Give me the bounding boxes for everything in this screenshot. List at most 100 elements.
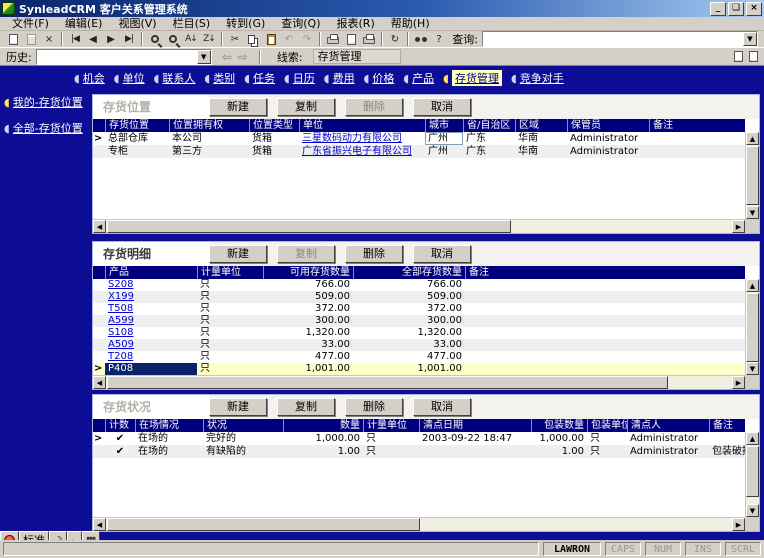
header-cell-可用存货数量[interactable]: 可用存货数量	[263, 266, 353, 279]
new-record-icon[interactable]	[4, 31, 22, 47]
header-cell-保管员[interactable]: 保管员	[567, 119, 649, 132]
location-cancel-button[interactable]: 取消	[413, 98, 471, 116]
header-cell-包装数量[interactable]: 包装数量	[531, 419, 587, 432]
refresh-icon[interactable]: ↻	[386, 31, 404, 47]
detail-delete-button[interactable]: 删除	[345, 245, 403, 263]
header-cell-计数[interactable]: 计数	[105, 419, 135, 432]
first-record-icon[interactable]: |◀	[66, 31, 84, 47]
paste-icon[interactable]	[262, 31, 280, 47]
delete-record-icon[interactable]: ×	[40, 31, 58, 47]
tab-竞争对手[interactable]: ◖ 竞争对手	[511, 70, 564, 86]
header-cell-位置类型[interactable]: 位置类型	[249, 119, 299, 132]
scroll-down-icon[interactable]: ▼	[746, 504, 759, 517]
header-cell-计量单位[interactable]: 计量单位	[197, 266, 263, 279]
scroll-thumb[interactable]	[746, 146, 759, 206]
query-combobox[interactable]: ▼	[482, 31, 758, 47]
cell-link[interactable]: A509	[105, 339, 197, 351]
header-cell-在场情况[interactable]: 在场情况	[135, 419, 203, 432]
print-preview-icon[interactable]	[360, 31, 378, 47]
header-cell-清点人[interactable]: 清点人	[627, 419, 709, 432]
cell-link[interactable]: A599	[105, 315, 197, 327]
sidebar-item-我的-存货位置[interactable]: ◖ 我的-存货位置	[4, 94, 92, 110]
scroll-up-icon[interactable]: ▲	[746, 279, 759, 292]
table-row[interactable]: ✔ 在场的 有缺陷的 1.00 只 1.00 只 Administrator 包装破损	[93, 445, 752, 458]
scroll-thumb[interactable]	[107, 376, 668, 389]
tab-单位[interactable]: ◖ 单位	[114, 70, 145, 86]
table-row[interactable]: S208 只 766.00 766.00	[93, 279, 745, 291]
table-row[interactable]: A509 只 33.00 33.00	[93, 339, 745, 351]
minimize-button[interactable]: _	[710, 1, 726, 16]
menu-item-栏目(S)[interactable]: 栏目(S)	[165, 17, 219, 30]
header-cell-备注[interactable]: 备注	[709, 419, 759, 432]
table-row[interactable]: A599 只 300.00 300.00	[93, 315, 745, 327]
status-delete-button[interactable]: 删除	[345, 398, 403, 416]
scroll-up-icon[interactable]: ▲	[746, 432, 759, 445]
cell-link[interactable]: S208	[105, 279, 197, 291]
export-icon[interactable]	[342, 31, 360, 47]
history-dropdown-icon[interactable]: ▼	[196, 49, 211, 64]
header-cell-产品[interactable]: 产品	[105, 266, 197, 279]
status-new-button[interactable]: 新建	[209, 398, 267, 416]
location-copy-button[interactable]: 复制	[277, 98, 335, 116]
detail-vertical-scrollbar[interactable]: ▲ ▼	[745, 279, 759, 375]
header-cell-单位[interactable]: 单位	[299, 119, 425, 132]
close-button[interactable]: ×	[746, 1, 762, 16]
status-cancel-button[interactable]: 取消	[413, 398, 471, 416]
header-cell-位置拥有权[interactable]: 位置拥有权	[169, 119, 249, 132]
scroll-thumb[interactable]	[107, 518, 420, 531]
cell-link[interactable]: T508	[105, 303, 197, 315]
cell-link[interactable]: S108	[105, 327, 197, 339]
zoom-page-icon[interactable]	[164, 31, 182, 47]
sort-ascending-icon[interactable]: A↓	[182, 31, 200, 47]
table-row[interactable]: T208 只 477.00 477.00	[93, 351, 745, 363]
scroll-thumb[interactable]	[746, 293, 759, 363]
cell-link[interactable]: T208	[105, 351, 197, 363]
scroll-left-icon[interactable]: ◀	[93, 518, 106, 531]
table-row[interactable]: > 总部仓库 本公司 货箱 三星数码动力有限公司 广州 广东 华南 Administrator	[93, 132, 745, 145]
header-cell-省/自治区[interactable]: 省/自治区	[463, 119, 515, 132]
context-help-icon[interactable]: ?	[430, 31, 448, 47]
cut-icon[interactable]: ✂	[226, 31, 244, 47]
history-combobox[interactable]: ▼	[35, 48, 212, 65]
header-cell-数量[interactable]: 数量	[283, 419, 363, 432]
table-row[interactable]: > P408 只 1,001.00 1,001.00	[93, 363, 745, 375]
header-cell-计量单位[interactable]: 计量单位	[363, 419, 419, 432]
table-row[interactable]: X199 只 509.00 509.00	[93, 291, 745, 303]
tab-价格[interactable]: ◖ 价格	[364, 70, 395, 86]
header-cell-状况[interactable]: 状况	[203, 419, 283, 432]
detail-horizontal-scrollbar[interactable]: ◀ ▶	[93, 375, 745, 389]
header-cell-存货位置[interactable]: 存货位置	[105, 119, 169, 132]
forward-icon[interactable]: ⇨	[238, 50, 248, 64]
status-vertical-scrollbar[interactable]: ▲ ▼	[745, 432, 759, 517]
sidebar-item-全部-存货位置[interactable]: ◖ 全部-存货位置	[4, 120, 92, 136]
tab-费用[interactable]: ◖ 费用	[324, 70, 355, 86]
scroll-down-icon[interactable]: ▼	[746, 362, 759, 375]
tab-存货管理[interactable]: ◖ 存货管理	[443, 70, 502, 86]
find-icon[interactable]	[412, 31, 430, 47]
table-row[interactable]: 专柜 第三方 货箱 广东省振兴电子有限公司 广州 广东 华南 Administrator	[93, 145, 745, 158]
detail-cancel-button[interactable]: 取消	[413, 245, 471, 263]
tab-机会[interactable]: ◖ 机会	[74, 70, 105, 86]
query-dropdown-icon[interactable]: ▼	[743, 32, 757, 46]
status-horizontal-scrollbar[interactable]: ◀ ▶	[93, 517, 745, 531]
copy-icon[interactable]	[244, 31, 262, 47]
print-icon[interactable]	[324, 31, 342, 47]
menu-item-帮助(H)[interactable]: 帮助(H)	[383, 17, 438, 30]
menu-item-转到(G)[interactable]: 转到(G)	[218, 17, 273, 30]
location-new-button[interactable]: 新建	[209, 98, 267, 116]
last-record-icon[interactable]: ▶|	[120, 31, 138, 47]
menu-item-文件(F)[interactable]: 文件(F)	[4, 17, 57, 30]
next-record-icon[interactable]: ▶	[102, 31, 120, 47]
prev-record-icon[interactable]: ◀	[84, 31, 102, 47]
tab-类别[interactable]: ◖ 类别	[204, 70, 235, 86]
header-cell-全部存货数量[interactable]: 全部存货数量	[353, 266, 465, 279]
cell-link[interactable]: X199	[105, 291, 197, 303]
header-cell-清点日期[interactable]: 清点日期	[419, 419, 531, 432]
table-row[interactable]: T508 只 372.00 372.00	[93, 303, 745, 315]
tab-联系人[interactable]: ◖ 联系人	[154, 70, 196, 86]
tab-日历[interactable]: ◖ 日历	[284, 70, 315, 86]
detail-new-button[interactable]: 新建	[209, 245, 267, 263]
back-icon[interactable]: ⇦	[222, 50, 232, 64]
location-vertical-scrollbar[interactable]: ▲ ▼	[745, 132, 759, 219]
menu-item-视图(V)[interactable]: 视图(V)	[110, 17, 164, 30]
